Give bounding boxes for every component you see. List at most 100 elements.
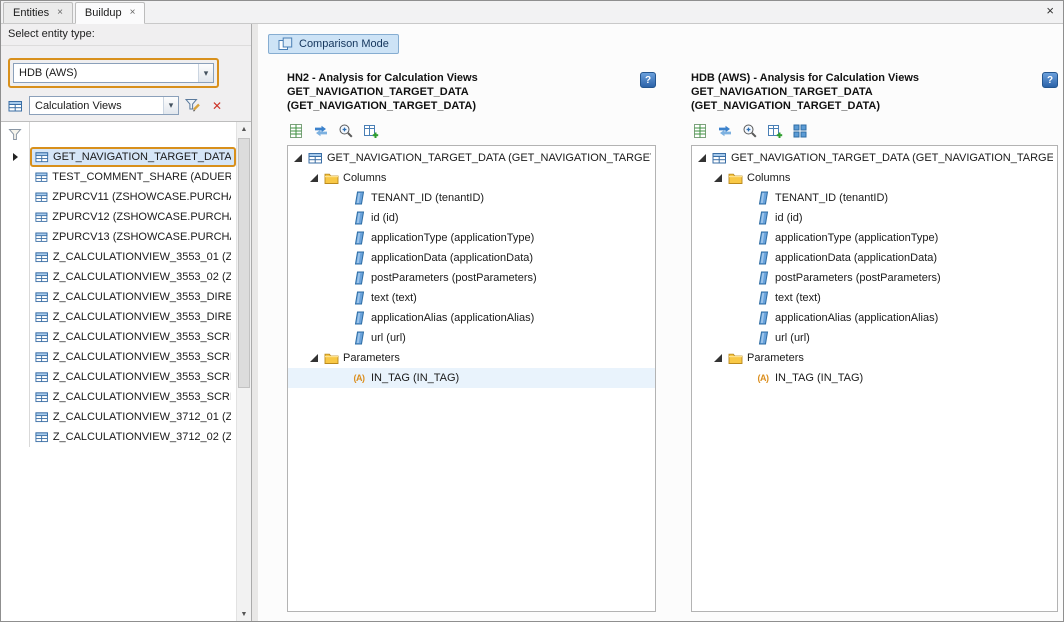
entity-cell[interactable]: Z_CALCULATIONVIEW_3553_SCRIPT: [30, 347, 236, 367]
list-item[interactable]: Z_CALCULATIONVIEW_3553_SCRIPT: [1, 327, 236, 347]
list-item[interactable]: GET_NAVIGATION_TARGET_DATA (s: [1, 147, 236, 167]
list-item[interactable]: TEST_COMMENT_SHARE (ADUERRST: [1, 167, 236, 187]
tree-item[interactable]: postParameters (postParameters): [692, 268, 1057, 288]
row-gutter: [1, 347, 30, 367]
expander-icon[interactable]: [697, 153, 707, 163]
tree-item[interactable]: Parameters: [692, 348, 1057, 368]
tree-item[interactable]: text (text): [692, 288, 1057, 308]
filter-funnel-icon[interactable]: [8, 128, 22, 141]
tree-item[interactable]: url (url): [692, 328, 1057, 348]
comparison-icon: [278, 37, 293, 51]
tab-close-icon[interactable]: ×: [130, 8, 136, 18]
chevron-down-icon[interactable]: [163, 97, 178, 114]
tab-close-icon[interactable]: ×: [57, 8, 63, 18]
tree-item[interactable]: Columns: [288, 168, 655, 188]
tree-item[interactable]: applicationData (applicationData): [692, 248, 1057, 268]
entity-cell[interactable]: Z_CALCULATIONVIEW_3553_01 (ZSF: [30, 247, 236, 267]
window-close-icon[interactable]: ×: [1046, 4, 1054, 17]
entity-cell[interactable]: GET_NAVIGATION_TARGET_DATA (s: [30, 147, 236, 167]
expander-icon[interactable]: [713, 173, 723, 183]
tree-item[interactable]: IN_TAG (IN_TAG): [692, 368, 1057, 388]
entity-cell[interactable]: Z_CALCULATIONVIEW_3553_DIRECT: [30, 287, 236, 307]
entity-cell[interactable]: Z_CALCULATIONVIEW_3553_SCRIPT: [30, 387, 236, 407]
tree-item[interactable]: IN_TAG (IN_TAG): [288, 368, 655, 388]
grid-view-button[interactable]: [791, 122, 809, 140]
export-excel-button[interactable]: [691, 122, 709, 140]
entity-cell[interactable]: ZPURCV12 (ZSHOWCASE.PURCHASIN: [30, 207, 236, 227]
tree-item[interactable]: postParameters (postParameters): [288, 268, 655, 288]
list-item[interactable]: Z_CALCULATIONVIEW_3553_SCRIPT: [1, 387, 236, 407]
tree-item[interactable]: text (text): [288, 288, 655, 308]
help-button[interactable]: ?: [640, 72, 656, 88]
entity-cell[interactable]: Z_CALCULATIONVIEW_3553_DIRECT: [30, 307, 236, 327]
tree-item[interactable]: TENANT_ID (tenantID): [692, 188, 1057, 208]
tab-buildup[interactable]: Buildup ×: [75, 2, 146, 24]
scroll-thumb[interactable]: [238, 138, 250, 388]
tree-item[interactable]: applicationAlias (applicationAlias): [288, 308, 655, 328]
expander-icon[interactable]: [309, 173, 319, 183]
zoom-button[interactable]: [741, 122, 759, 140]
entity-cell[interactable]: Z_CALCULATIONVIEW_3712_02 (ZSF: [30, 427, 236, 447]
entity-cell[interactable]: Z_CALCULATIONVIEW_3712_01 (ZSF: [30, 407, 236, 427]
row-gutter: [1, 227, 30, 247]
help-button[interactable]: ?: [1042, 72, 1058, 88]
list-item[interactable]: Z_CALCULATIONVIEW_3712_01 (ZSF: [1, 407, 236, 427]
list-item[interactable]: Z_CALCULATIONVIEW_3712_02 (ZSF: [1, 427, 236, 447]
tree-item[interactable]: id (id): [692, 208, 1057, 228]
list-item[interactable]: ZPURCV13 (ZSHOWCASE.PURCHASIN: [1, 227, 236, 247]
tree-item-label: Columns: [343, 172, 386, 184]
entity-cell[interactable]: ZPURCV11 (ZSHOWCASE.PURCHASIN: [30, 187, 236, 207]
list-item[interactable]: Z_CALCULATIONVIEW_3553_DIRECT: [1, 287, 236, 307]
comparison-mode-button[interactable]: Comparison Mode: [268, 34, 399, 54]
entity-cell[interactable]: Z_CALCULATIONVIEW_3553_SCRIPT: [30, 327, 236, 347]
scroll-down-icon[interactable]: [237, 607, 251, 621]
tree-item[interactable]: url (url): [288, 328, 655, 348]
zoom-button[interactable]: [337, 122, 355, 140]
calculation-view-icon: [35, 310, 49, 324]
list-filter-row[interactable]: [1, 122, 236, 147]
chevron-down-icon[interactable]: [198, 64, 213, 82]
list-item[interactable]: Z_CALCULATIONVIEW_3553_SCRIPT: [1, 367, 236, 387]
expander-icon[interactable]: [309, 353, 319, 363]
filter-edit-button[interactable]: [183, 96, 203, 115]
tree-item[interactable]: Parameters: [288, 348, 655, 368]
tree-item[interactable]: id (id): [288, 208, 655, 228]
tree-item[interactable]: applicationData (applicationData): [288, 248, 655, 268]
entity-cell[interactable]: ZPURCV13 (ZSHOWCASE.PURCHASIN: [30, 227, 236, 247]
add-table-button[interactable]: [362, 122, 380, 140]
clear-filter-button[interactable]: [207, 96, 227, 115]
swap-arrows-icon: [313, 123, 329, 139]
scrollbar[interactable]: [236, 122, 251, 621]
scroll-up-icon[interactable]: [237, 122, 251, 136]
calculation-view-icon: [35, 390, 49, 404]
tree-item[interactable]: applicationAlias (applicationAlias): [692, 308, 1057, 328]
list-item[interactable]: Z_CALCULATIONVIEW_3553_01 (ZSF: [1, 247, 236, 267]
entity-cell[interactable]: Z_CALCULATIONVIEW_3553_02 (ZSF: [30, 267, 236, 287]
calculation-view-icon: [35, 350, 49, 364]
swap-arrows-button[interactable]: [716, 122, 734, 140]
expander-icon[interactable]: [293, 153, 303, 163]
entity-cell[interactable]: TEST_COMMENT_SHARE (ADUERRST: [30, 167, 236, 187]
view-type-dropdown[interactable]: Calculation Views: [29, 96, 179, 115]
list-item[interactable]: Z_CALCULATIONVIEW_3553_DIRECT: [1, 307, 236, 327]
tree-item[interactable]: applicationType (applicationType): [692, 228, 1057, 248]
swap-arrows-button[interactable]: [312, 122, 330, 140]
list-item[interactable]: ZPURCV11 (ZSHOWCASE.PURCHASIN: [1, 187, 236, 207]
tree-item[interactable]: GET_NAVIGATION_TARGET_DATA (GET_NAVIGATI…: [288, 148, 655, 168]
tree-item[interactable]: TENANT_ID (tenantID): [288, 188, 655, 208]
list-item[interactable]: Z_CALCULATIONVIEW_3553_SCRIPT: [1, 347, 236, 367]
list-item[interactable]: ZPURCV12 (ZSHOWCASE.PURCHASIN: [1, 207, 236, 227]
export-excel-button[interactable]: [287, 122, 305, 140]
calculation-view-icon: [35, 370, 49, 384]
tree-item[interactable]: applicationType (applicationType): [288, 228, 655, 248]
row-gutter: [1, 187, 30, 207]
tree-item[interactable]: Columns: [692, 168, 1057, 188]
entity-type-dropdown[interactable]: HDB (AWS): [13, 63, 214, 83]
tab-entities[interactable]: Entities ×: [3, 2, 73, 23]
add-table-button[interactable]: [766, 122, 784, 140]
list-item[interactable]: Z_CALCULATIONVIEW_3553_02 (ZSF: [1, 267, 236, 287]
calculation-view-icon: [35, 290, 49, 304]
expander-icon[interactable]: [713, 353, 723, 363]
tree-item[interactable]: GET_NAVIGATION_TARGET_DATA (GET_NAVIGATI…: [692, 148, 1057, 168]
entity-cell[interactable]: Z_CALCULATIONVIEW_3553_SCRIPT: [30, 367, 236, 387]
